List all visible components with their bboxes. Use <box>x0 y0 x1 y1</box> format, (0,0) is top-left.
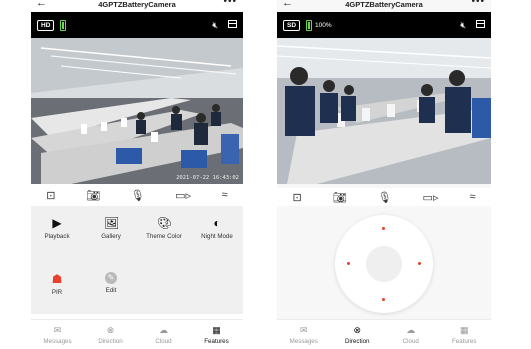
video-status-strip: HD 🔇︎ <box>31 12 243 38</box>
pir-icon: ☗ <box>51 272 63 286</box>
quality-badge[interactable]: SD <box>283 19 301 31</box>
mute-icon[interactable]: 🔇︎ <box>212 20 218 31</box>
fullscreen-icon[interactable] <box>228 19 237 28</box>
direction-icon: ⊗ <box>353 325 362 335</box>
features-panel: ▶︎ Playback 🖼︎ Gallery 🎨︎ Theme Color ◐ … <box>31 206 243 314</box>
factory-scene <box>277 38 491 184</box>
joystick-center[interactable] <box>366 246 402 282</box>
camera-icon[interactable]: 📷︎ <box>333 191 347 204</box>
tab-label: Direction <box>98 338 123 345</box>
tab-direction[interactable]: ⊗ Direction <box>333 320 381 349</box>
battery-percent: 100% <box>315 21 332 29</box>
ptz-joystick[interactable] <box>335 215 433 313</box>
video-icon[interactable]: ▭▹ <box>175 189 191 202</box>
collapse-icon[interactable]: ≈ <box>469 191 475 203</box>
features-icon: ▦ <box>459 325 469 335</box>
right-indicator <box>418 262 421 265</box>
more-icon[interactable]: ••• <box>471 0 485 8</box>
tab-label: Cloud <box>155 338 172 345</box>
feature-label: PIR <box>51 289 63 296</box>
mute-icon[interactable]: 🔇︎ <box>460 20 466 31</box>
collapse-icon[interactable]: ≈ <box>222 189 228 201</box>
video-view[interactable]: SD 100% 🔇︎ <box>277 12 491 184</box>
feature-gallery[interactable]: 🖼︎ Gallery <box>87 216 135 240</box>
night-mode-icon: ◐ <box>213 216 221 230</box>
tab-label: Messages <box>289 338 318 345</box>
video-toolbar: ⊡ 📷︎ 🎙︎ ▭▹ ≈ <box>31 186 243 204</box>
top-bar: ← 4GPTZBatteryCamera ••• <box>31 0 243 12</box>
messages-icon: ✉ <box>299 325 308 335</box>
tab-features[interactable]: ▦ Features <box>193 320 241 349</box>
messages-icon: ✉ <box>53 325 62 335</box>
app-title: 4GPTZBatteryCamera <box>345 0 423 9</box>
up-indicator <box>382 227 385 230</box>
features-icon: ▦ <box>212 325 221 335</box>
edit-icon: ✎ <box>105 272 117 284</box>
gallery-icon: 🖼︎ <box>104 216 120 230</box>
screen-capture-icon[interactable]: ⊡ <box>46 189 55 202</box>
video-view[interactable]: HD 🔇︎ 2021-07-22 16:43:02 <box>31 12 243 184</box>
feature-playback[interactable]: ▶︎ Playback <box>33 216 81 240</box>
feature-label: Playback <box>44 233 70 240</box>
video-status-strip: SD 100% 🔇︎ <box>277 12 491 38</box>
tab-messages[interactable]: ✉ Messages <box>280 320 328 349</box>
bottom-tab-bar: ✉ Messages ⊗ Direction ☁ Cloud ▦ Feature… <box>277 319 491 349</box>
feature-label: Night Mode <box>201 233 233 240</box>
direction-icon: ⊗ <box>106 325 115 335</box>
quality-badge[interactable]: HD <box>37 19 55 31</box>
right-screen: ← 4GPTZBatteryCamera ••• SD 100% 🔇︎ ⊡ 📷︎… <box>277 0 491 349</box>
video-timestamp: 2021-07-22 16:43:02 <box>176 175 239 181</box>
factory-scene <box>31 38 243 184</box>
feature-pir[interactable]: ☗ PIR <box>33 272 81 296</box>
tab-cloud[interactable]: ☁ Cloud <box>387 320 435 349</box>
tab-label: Messages <box>43 338 72 345</box>
feature-edit[interactable]: ✎ Edit <box>87 272 135 294</box>
feature-theme-color[interactable]: 🎨︎ Theme Color <box>140 216 188 240</box>
tab-direction[interactable]: ⊗ Direction <box>87 320 135 349</box>
more-icon[interactable]: ••• <box>223 0 237 8</box>
tab-label: Features <box>204 338 229 345</box>
battery-icon <box>306 19 313 31</box>
mic-icon[interactable]: 🎙︎ <box>131 189 145 202</box>
down-indicator <box>382 298 385 301</box>
cloud-icon: ☁ <box>159 325 168 335</box>
video-toolbar: ⊡ 📷︎ 🎙︎ ▭▹ ≈ <box>277 188 491 206</box>
tab-label: Direction <box>345 338 370 345</box>
screen-capture-icon[interactable]: ⊡ <box>292 191 301 204</box>
top-bar: ← 4GPTZBatteryCamera ••• <box>277 0 491 12</box>
left-screen: ← 4GPTZBatteryCamera ••• HD 🔇︎ 2021-07-2… <box>31 0 243 349</box>
tab-label: Features <box>452 338 477 345</box>
app-title: 4GPTZBatteryCamera <box>98 0 176 9</box>
palette-icon: 🎨︎ <box>157 216 173 230</box>
tab-features[interactable]: ▦ Features <box>440 320 488 349</box>
feature-night-mode[interactable]: ◐ Night Mode <box>193 216 241 240</box>
tab-cloud[interactable]: ☁ Cloud <box>140 320 188 349</box>
mic-icon[interactable]: 🎙︎ <box>378 191 392 204</box>
fullscreen-icon[interactable] <box>476 19 485 28</box>
video-icon[interactable]: ▭▹ <box>423 191 439 204</box>
tab-label: Cloud <box>402 338 419 345</box>
cloud-icon: ☁ <box>406 325 416 335</box>
left-indicator <box>347 262 350 265</box>
camera-icon[interactable]: 📷︎ <box>86 189 100 202</box>
feature-label: Theme Color <box>146 233 182 240</box>
feature-label: Edit <box>105 287 117 294</box>
battery-icon <box>60 19 67 31</box>
feature-label: Gallery <box>101 233 121 240</box>
play-icon: ▶︎ <box>52 216 62 230</box>
bottom-tab-bar: ✉ Messages ⊗ Direction ☁ Cloud ▦ Feature… <box>31 319 243 349</box>
tab-messages[interactable]: ✉ Messages <box>34 320 82 349</box>
